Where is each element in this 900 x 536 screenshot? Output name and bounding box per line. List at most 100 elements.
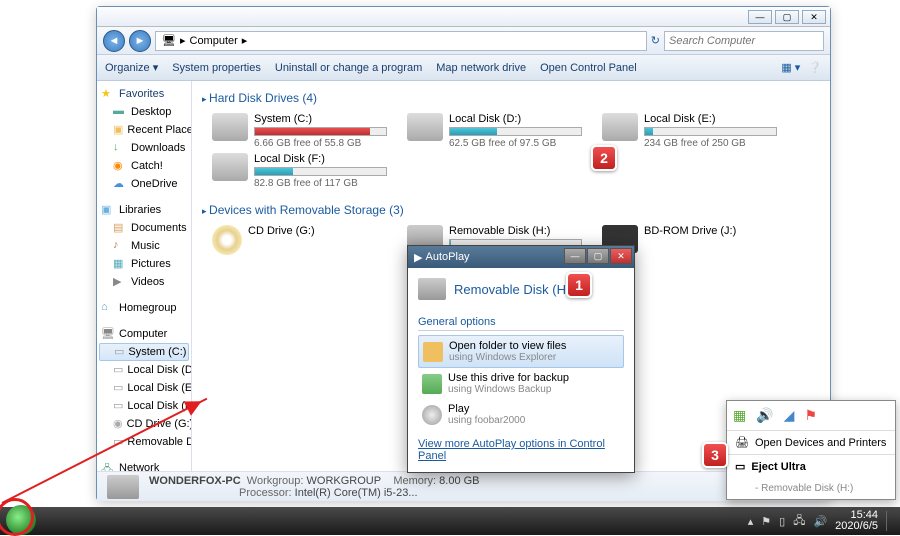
- map-network-button[interactable]: Map network drive: [436, 62, 526, 74]
- drive-name: System (C:): [254, 113, 387, 125]
- computer-icon: 🖥: [160, 34, 178, 47]
- hdd-icon: [407, 113, 443, 141]
- sidebar-homegroup[interactable]: ⌂Homegroup: [97, 299, 191, 317]
- titlebar[interactable]: — ▢ ✕: [97, 7, 830, 27]
- sidebar-network[interactable]: 🖧Network: [97, 459, 191, 471]
- minimize-button[interactable]: —: [748, 10, 772, 24]
- drive-item[interactable]: Local Disk (E:) 234 GB free of 250 GB: [602, 113, 777, 149]
- autoplay-icon: ▶: [414, 251, 422, 264]
- autoplay-option[interactable]: Use this drive for backupusing Windows B…: [418, 368, 624, 399]
- usb-icon: ▭: [735, 460, 745, 473]
- tray-app-icon[interactable]: ◢: [784, 407, 795, 424]
- computer-icon: [107, 475, 139, 499]
- drive-name: Local Disk (F:): [254, 153, 387, 165]
- tray-network-icon[interactable]: 🖧: [793, 512, 805, 531]
- hdd-icon: [212, 153, 248, 181]
- system-tray: ▴ ⚑ ▯ 🖧 🔊 15:442020/6/5: [748, 510, 894, 532]
- tray-icons-row: ▦ 🔊 ◢ ⚑: [727, 401, 895, 430]
- drive-item[interactable]: Local Disk (F:) 82.8 GB free of 117 GB: [212, 153, 387, 189]
- sidebar-libraries[interactable]: ▣Libraries: [97, 201, 191, 219]
- close-button[interactable]: ✕: [802, 10, 826, 24]
- tray-app-icon[interactable]: ▦: [733, 407, 746, 424]
- view-icon[interactable]: ▦ ▾: [781, 61, 800, 74]
- drive-item[interactable]: System (C:) 6.66 GB free of 55.8 GB: [212, 113, 387, 149]
- eject-ultra-button[interactable]: ▭Eject Ultra: [727, 454, 895, 478]
- sidebar-disk-d[interactable]: ▭Local Disk (D:): [97, 361, 191, 379]
- cd-icon: [212, 225, 242, 255]
- toolbar: Organize ▾ System properties Uninstall o…: [97, 55, 830, 81]
- status-bar: WONDERFOX-PC Workgroup: WORKGROUP Memory…: [97, 471, 830, 501]
- sidebar-favorites[interactable]: ★Favorites: [97, 85, 191, 103]
- show-desktop-button[interactable]: [886, 511, 894, 531]
- sidebar-pictures[interactable]: ▦Pictures: [97, 255, 191, 273]
- tray-battery-icon[interactable]: ▯: [779, 515, 785, 528]
- tray-flag-icon[interactable]: ⚑: [761, 515, 771, 528]
- organize-button[interactable]: Organize ▾: [105, 61, 158, 74]
- clock[interactable]: 15:442020/6/5: [835, 510, 878, 532]
- control-panel-button[interactable]: Open Control Panel: [540, 62, 637, 74]
- autoplay-close-button[interactable]: ✕: [610, 248, 632, 264]
- taskbar: ▴ ⚑ ▯ 🖧 🔊 15:442020/6/5: [0, 507, 900, 535]
- devices-icon: 🖨: [735, 436, 749, 449]
- option-icon: [422, 374, 442, 394]
- option-icon: [422, 405, 442, 425]
- autoplay-drive-name: Removable Disk (H:): [454, 282, 574, 297]
- badge-1: 1: [566, 272, 592, 298]
- sidebar-disk-e[interactable]: ▭Local Disk (E:): [97, 379, 191, 397]
- sidebar-downloads[interactable]: ↓Downloads: [97, 139, 191, 157]
- tray-app-icon[interactable]: ⚑: [804, 407, 817, 424]
- open-devices-button[interactable]: 🖨Open Devices and Printers: [727, 430, 895, 454]
- uninstall-button[interactable]: Uninstall or change a program: [275, 62, 422, 74]
- hdd-icon: [602, 113, 638, 141]
- drive-free: 82.8 GB free of 117 GB: [254, 178, 387, 189]
- section-removable[interactable]: Devices with Removable Storage (3): [202, 203, 820, 217]
- breadcrumb[interactable]: 🖥 ▸ Computer ▸: [155, 31, 647, 51]
- refresh-icon[interactable]: ↻: [651, 34, 660, 47]
- breadcrumb-computer[interactable]: Computer: [188, 35, 240, 47]
- tray-popup: ▦ 🔊 ◢ ⚑ 🖨Open Devices and Printers ▭Ejec…: [726, 400, 896, 500]
- drive-item[interactable]: CD Drive (G:): [212, 225, 387, 261]
- autoplay-titlebar[interactable]: ▶ AutoPlay — ▢ ✕: [408, 246, 634, 268]
- search-input[interactable]: [664, 31, 824, 51]
- eject-sub-item[interactable]: - Removable Disk (H:): [727, 478, 895, 499]
- sidebar-music[interactable]: ♪Music: [97, 237, 191, 255]
- drive-free: 6.66 GB free of 55.8 GB: [254, 138, 387, 149]
- drive-name: Local Disk (D:): [449, 113, 582, 125]
- sidebar-computer[interactable]: 🖥Computer: [97, 325, 191, 343]
- autoplay-more-link[interactable]: View more AutoPlay options in Control Pa…: [418, 438, 624, 462]
- pc-name: WONDERFOX-PC: [149, 475, 241, 487]
- maximize-button[interactable]: ▢: [775, 10, 799, 24]
- forward-button[interactable]: ►: [129, 30, 151, 52]
- autoplay-dialog: ▶ AutoPlay — ▢ ✕ Removable Disk (H:) Gen…: [407, 245, 635, 473]
- section-hdd[interactable]: Hard Disk Drives (4): [202, 91, 820, 105]
- system-properties-button[interactable]: System properties: [172, 62, 261, 74]
- address-bar: ◄ ► 🖥 ▸ Computer ▸ ↻: [97, 27, 830, 55]
- drive-item[interactable]: Local Disk (D:) 62.5 GB free of 97.5 GB: [407, 113, 582, 149]
- help-icon[interactable]: ❔: [808, 61, 822, 74]
- sidebar-recent[interactable]: ▣Recent Places: [97, 121, 191, 139]
- drive-free: 234 GB free of 250 GB: [644, 138, 777, 149]
- autoplay-section: General options: [418, 316, 624, 331]
- sidebar-onedrive[interactable]: ☁OneDrive: [97, 175, 191, 193]
- sidebar-catch[interactable]: ◉Catch!: [97, 157, 191, 175]
- autoplay-max-button[interactable]: ▢: [587, 248, 609, 264]
- autoplay-min-button[interactable]: —: [564, 248, 586, 264]
- volume-icon[interactable]: 🔊: [756, 407, 773, 424]
- tray-tri-icon[interactable]: ▴: [748, 515, 754, 528]
- autoplay-option[interactable]: Open folder to view filesusing Windows E…: [418, 335, 624, 368]
- drive-free: 62.5 GB free of 97.5 GB: [449, 138, 582, 149]
- back-button[interactable]: ◄: [103, 30, 125, 52]
- autoplay-option[interactable]: Playusing foobar2000: [418, 399, 624, 430]
- sidebar-videos[interactable]: ▶Videos: [97, 273, 191, 291]
- drive-name: Removable Disk (H:): [449, 225, 582, 237]
- sidebar-documents[interactable]: ▤Documents: [97, 219, 191, 237]
- tray-volume-icon[interactable]: 🔊: [813, 515, 827, 528]
- drive-name: Local Disk (E:): [644, 113, 777, 125]
- sidebar-system-c[interactable]: ▭System (C:): [99, 343, 189, 361]
- drive-name: BD-ROM Drive (J:): [644, 225, 777, 237]
- badge-2: 2: [591, 145, 617, 171]
- drive-name: CD Drive (G:): [248, 225, 387, 237]
- badge-3: 3: [702, 442, 728, 468]
- hdd-icon: [212, 113, 248, 141]
- sidebar-desktop[interactable]: ▬Desktop: [97, 103, 191, 121]
